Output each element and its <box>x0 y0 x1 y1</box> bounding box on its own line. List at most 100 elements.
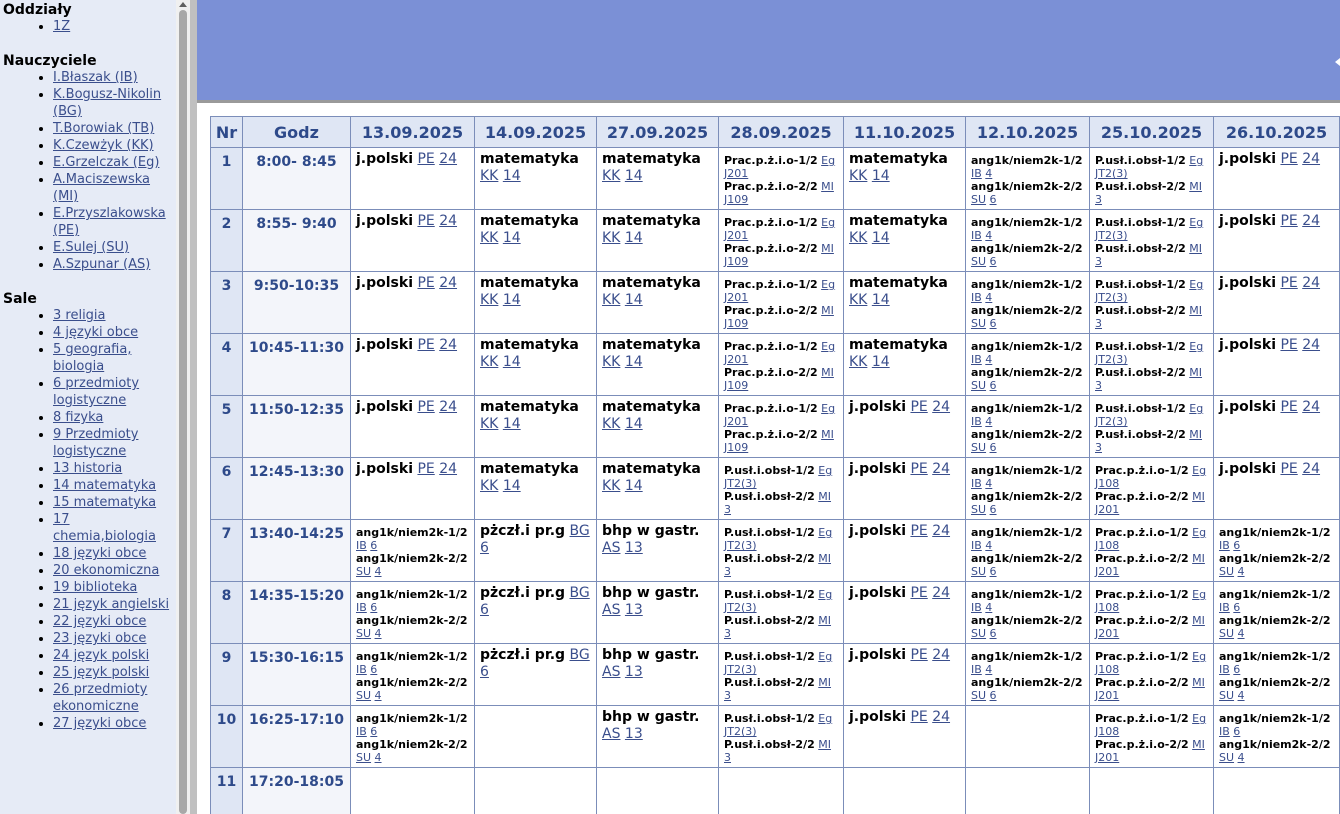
room-link[interactable]: 4 <box>985 663 992 676</box>
sidebar-link[interactable]: 4 języki obce <box>53 325 138 340</box>
room-link[interactable]: J201 <box>1095 503 1119 516</box>
teacher-link[interactable]: PE <box>910 709 927 725</box>
teacher-link[interactable]: MI <box>821 304 834 317</box>
teacher-link[interactable]: SU <box>971 565 986 578</box>
teacher-link[interactable]: MI <box>1189 180 1202 193</box>
room-link[interactable]: 6 <box>990 689 997 702</box>
room-link[interactable]: 14 <box>872 354 890 370</box>
teacher-link[interactable]: Eg <box>821 154 835 167</box>
sidebar-link[interactable]: 1Z <box>53 19 70 34</box>
room-link[interactable]: 6 <box>990 379 997 392</box>
teacher-link[interactable]: KK <box>849 230 867 246</box>
sidebar-link[interactable]: 20 ekonomiczna <box>53 563 159 578</box>
room-link[interactable]: 14 <box>872 230 890 246</box>
teacher-link[interactable]: KK <box>849 168 867 184</box>
room-link[interactable]: 24 <box>439 213 457 229</box>
teacher-link[interactable]: MI <box>818 738 831 751</box>
teacher-link[interactable]: SU <box>356 689 371 702</box>
teacher-link[interactable]: MI <box>1192 738 1205 751</box>
teacher-link[interactable]: KK <box>602 230 620 246</box>
room-link[interactable]: J109 <box>724 317 748 330</box>
collapse-arrow-icon[interactable] <box>1335 58 1340 66</box>
teacher-link[interactable]: MI <box>1189 366 1202 379</box>
teacher-link[interactable]: IB <box>1219 539 1230 552</box>
teacher-link[interactable]: MI <box>818 614 831 627</box>
teacher-link[interactable]: Eg <box>1192 712 1206 725</box>
teacher-link[interactable]: IB <box>356 539 367 552</box>
teacher-link[interactable]: Eg <box>1192 650 1206 663</box>
room-link[interactable]: J108 <box>1095 539 1119 552</box>
teacher-link[interactable]: PE <box>1280 213 1297 229</box>
sidebar-link[interactable]: 3 religia <box>53 308 106 323</box>
room-link[interactable]: 4 <box>1238 627 1245 640</box>
teacher-link[interactable]: SU <box>971 379 986 392</box>
teacher-link[interactable]: SU <box>971 503 986 516</box>
room-link[interactable]: 24 <box>439 275 457 291</box>
teacher-link[interactable]: Eg <box>818 712 832 725</box>
teacher-link[interactable]: KK <box>480 292 498 308</box>
teacher-link[interactable]: MI <box>818 552 831 565</box>
sidebar-link[interactable]: E.Grzelczak (Eg) <box>53 155 159 170</box>
room-link[interactable]: 6 <box>990 503 997 516</box>
teacher-link[interactable]: KK <box>480 354 498 370</box>
teacher-link[interactable]: SU <box>1219 565 1234 578</box>
scroll-up-arrow-icon[interactable] <box>179 2 187 7</box>
room-link[interactable]: 24 <box>1302 461 1320 477</box>
room-link[interactable]: 24 <box>439 337 457 353</box>
teacher-link[interactable]: Eg <box>1192 526 1206 539</box>
room-link[interactable]: 6 <box>480 664 489 680</box>
teacher-link[interactable]: KK <box>602 416 620 432</box>
room-link[interactable]: 24 <box>932 585 950 601</box>
teacher-link[interactable]: SU <box>356 627 371 640</box>
room-link[interactable]: 14 <box>503 354 521 370</box>
room-link[interactable]: 4 <box>375 565 382 578</box>
teacher-link[interactable]: PE <box>417 399 434 415</box>
teacher-link[interactable]: SU <box>356 565 371 578</box>
teacher-link[interactable]: IB <box>971 291 982 304</box>
sidebar-link[interactable]: 22 języki obce <box>53 614 146 629</box>
room-link[interactable]: J108 <box>1095 725 1119 738</box>
room-link[interactable]: 4 <box>375 751 382 764</box>
teacher-link[interactable]: IB <box>971 415 982 428</box>
teacher-link[interactable]: IB <box>1219 725 1230 738</box>
sidebar-link[interactable]: I.Błaszak (IB) <box>53 70 138 85</box>
sidebar-link[interactable]: E.Przyszlakowska (PE) <box>53 206 166 238</box>
room-link[interactable]: JT2(3) <box>1095 291 1128 304</box>
room-link[interactable]: 6 <box>370 601 377 614</box>
room-link[interactable]: 24 <box>439 151 457 167</box>
room-link[interactable]: 3 <box>724 627 731 640</box>
room-link[interactable]: 4 <box>985 167 992 180</box>
sidebar-link[interactable]: 19 biblioteka <box>53 580 137 595</box>
teacher-link[interactable]: KK <box>480 478 498 494</box>
room-link[interactable]: 6 <box>1233 539 1240 552</box>
room-link[interactable]: 14 <box>625 416 643 432</box>
teacher-link[interactable]: MI <box>821 242 834 255</box>
teacher-link[interactable]: KK <box>602 168 620 184</box>
sidebar-link[interactable]: 17 chemia,biologia <box>53 512 156 544</box>
sidebar-link[interactable]: 8 fizyka <box>53 410 103 425</box>
room-link[interactable]: J108 <box>1095 477 1119 490</box>
room-link[interactable]: 3 <box>724 503 731 516</box>
room-link[interactable]: 3 <box>1095 441 1102 454</box>
teacher-link[interactable]: PE <box>417 461 434 477</box>
room-link[interactable]: 4 <box>985 229 992 242</box>
room-link[interactable]: 6 <box>990 193 997 206</box>
room-link[interactable]: 14 <box>625 292 643 308</box>
room-link[interactable]: 13 <box>625 540 643 556</box>
room-link[interactable]: 24 <box>1302 151 1320 167</box>
teacher-link[interactable]: MI <box>821 180 834 193</box>
teacher-link[interactable]: MI <box>1192 552 1205 565</box>
room-link[interactable]: J108 <box>1095 601 1119 614</box>
teacher-link[interactable]: SU <box>1219 627 1234 640</box>
teacher-link[interactable]: AS <box>602 664 620 680</box>
room-link[interactable]: 24 <box>932 709 950 725</box>
room-link[interactable]: 6 <box>990 255 997 268</box>
room-link[interactable]: 24 <box>439 461 457 477</box>
teacher-link[interactable]: IB <box>971 167 982 180</box>
teacher-link[interactable]: Eg <box>1189 402 1203 415</box>
sidebar-link[interactable]: E.Sulej (SU) <box>53 240 129 255</box>
sidebar-link[interactable]: 25 język polski <box>53 665 149 680</box>
teacher-link[interactable]: PE <box>1280 275 1297 291</box>
teacher-link[interactable]: Eg <box>1192 588 1206 601</box>
room-link[interactable]: J108 <box>1095 663 1119 676</box>
